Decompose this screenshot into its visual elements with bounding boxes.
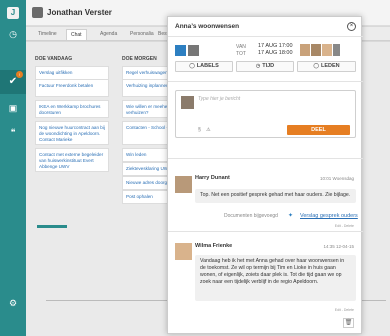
profile-name: Jonathan Verster	[47, 8, 112, 17]
app-logo[interactable]: J	[7, 7, 19, 19]
notification-badge: !	[16, 71, 23, 78]
composer-tools: § ⚠	[198, 127, 211, 133]
task-card[interactable]: Contact met externe begeleider van huisw…	[35, 148, 109, 172]
labels-button-label: LABELS	[196, 63, 219, 69]
tag-icon: ◯	[189, 63, 195, 69]
post-author: Harry Dunant	[195, 175, 230, 181]
leden-button-label: LEDEN	[320, 63, 340, 69]
close-icon[interactable]: ×	[347, 22, 356, 31]
van-label: VAN	[236, 44, 246, 50]
chat-icon[interactable]: ❝	[7, 126, 19, 138]
trash-icon[interactable]: 🗑	[343, 318, 354, 328]
column-doe-vandaag: DOE VANDAAG Verslag uitfikken Factuur Fr…	[35, 56, 109, 262]
post-author: Wilma Frienke	[195, 243, 233, 249]
deel-button[interactable]: DEEL	[287, 125, 350, 135]
attachment-icon[interactable]: §	[198, 127, 201, 133]
tot-value: 17 AUG 18:00	[258, 50, 293, 56]
task-card[interactable]: Verslag uitfikken	[35, 66, 109, 80]
label-color-gray[interactable]	[188, 45, 199, 56]
task-card[interactable]: IKEA en Werkkamp brochures doorsturen	[35, 100, 109, 118]
van-value: 17 AUG 17:00	[258, 43, 293, 49]
post-avatar	[175, 176, 192, 193]
progress-bar	[37, 225, 67, 228]
add-member-icon[interactable]	[333, 44, 340, 56]
task-modal: Anna’s woonwensen × VAN TOT 17 AUG 17:00…	[167, 16, 363, 334]
post-actions[interactable]: Edit - Delete	[335, 308, 354, 312]
tab-chat[interactable]: Chat	[66, 29, 87, 40]
label-color-blue[interactable]	[175, 45, 186, 56]
tijd-button-label: TIJD	[262, 63, 275, 69]
post-avatar	[175, 243, 192, 260]
message-input[interactable]: Type hier je bericht	[198, 96, 353, 121]
column-title: DOE MORGEN	[122, 56, 157, 62]
doc-link[interactable]: Verslag gesprek ouders	[300, 213, 358, 219]
modal-title: Anna’s woonwensen	[175, 23, 240, 30]
task-card[interactable]: Factuur Freerdonk betalen	[35, 79, 109, 97]
tab-personalia[interactable]: Personalia	[126, 29, 158, 40]
message-composer: Type hier je bericht § ⚠ DEEL	[175, 90, 356, 138]
post-timestamp: 14:35 12-04-15	[323, 244, 354, 249]
column-title: DOE VANDAAG	[35, 56, 73, 62]
clock-icon: ◷	[255, 63, 261, 69]
modal-action-buttons: ◯ LABELS ◷ TIJD ◯ LEDEN	[175, 61, 356, 72]
contacts-icon[interactable]: ▣	[7, 102, 19, 114]
document-icon: ✦	[288, 213, 294, 219]
warning-icon[interactable]: ⚠	[206, 127, 210, 133]
doc-attached-label: Documenten bijgevoegd	[224, 213, 278, 219]
user-icon: ◯	[313, 63, 319, 69]
labels-button[interactable]: ◯ LABELS	[175, 61, 233, 72]
divider	[168, 158, 363, 159]
clock-icon[interactable]: ◷	[7, 28, 19, 40]
tab-timeline[interactable]: Timeline	[34, 29, 61, 40]
tab-agenda[interactable]: Agenda	[96, 29, 121, 40]
divider	[168, 231, 363, 232]
post-actions[interactable]: Edit - Delete	[335, 224, 354, 228]
member-avatar[interactable]	[311, 44, 321, 56]
composer-avatar	[181, 96, 194, 109]
divider	[168, 81, 363, 82]
profile-avatar	[32, 7, 43, 18]
checkmark-icon[interactable]: ✔	[7, 76, 19, 88]
member-avatars	[300, 44, 342, 56]
leden-button[interactable]: ◯ LEDEN	[297, 61, 356, 72]
tijd-button[interactable]: ◷ TIJD	[236, 61, 294, 72]
post-text: Top. Net een positief gesprek gehad met …	[195, 189, 356, 203]
task-card[interactable]: Nog nieuwe huurcontract aan bij de woond…	[35, 121, 109, 145]
member-avatar[interactable]	[322, 44, 332, 56]
post-timestamp: 10:01 Woensdag	[320, 176, 354, 181]
tot-label: TOT	[236, 51, 246, 57]
member-avatar[interactable]	[300, 44, 310, 56]
left-rail: J ◷ ✔ ! ▣ ❝ ⚙	[0, 0, 26, 336]
settings-gear-icon[interactable]: ⚙	[7, 297, 19, 309]
post-text: Vandaag heb ik het met Anna gehad over h…	[195, 255, 356, 301]
divider	[168, 36, 363, 37]
